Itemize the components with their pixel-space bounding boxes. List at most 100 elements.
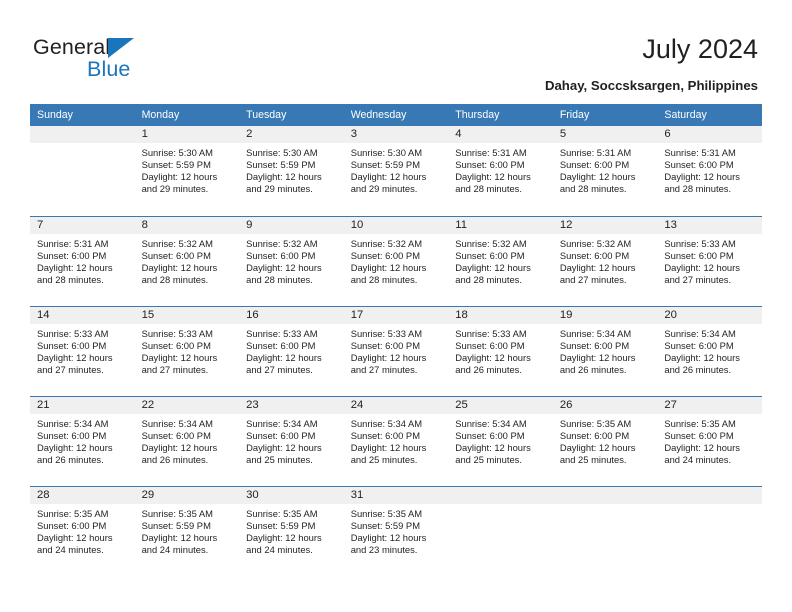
weekday-header-row: Sunday Monday Tuesday Wednesday Thursday… bbox=[30, 104, 762, 126]
daylight-text: Daylight: 12 hours and 27 minutes. bbox=[141, 351, 218, 375]
sunset-text: Sunset: 5:59 PM bbox=[141, 159, 211, 171]
calendar-day-cell[interactable]: 30 Sunrise: 5:35 AM Sunset: 5:59 PM Dayligh… bbox=[239, 485, 344, 576]
calendar-day-cell[interactable]: 31 Sunrise: 5:35 AM Sunset: 5:59 PM Dayligh… bbox=[343, 485, 449, 576]
calendar-day-cell[interactable]: 28 Sunrise: 5:35 AM Sunset: 6:00 PM Dayligh… bbox=[30, 485, 135, 576]
calendar-day-cell[interactable]: 27 Sunrise: 5:35 AM Sunset: 6:00 PM Dayligh… bbox=[657, 395, 762, 486]
calendar-page: General Blue July 2024 Dahay, Soccsksarg… bbox=[0, 0, 792, 612]
sunrise-text: Sunrise: 5:34 AM bbox=[664, 327, 736, 339]
sunrise-text: Sunrise: 5:32 AM bbox=[559, 237, 632, 249]
daylight-text: Daylight: 12 hours and 24 minutes. bbox=[246, 531, 322, 555]
day-details: Sunrise: 5:32 AM Sunset: 6:00 PM Daylight:… bbox=[344, 234, 449, 286]
sunrise-text: Sunrise: 5:32 AM bbox=[350, 237, 423, 249]
day-number: 4 bbox=[448, 126, 553, 143]
day-number: 28 bbox=[30, 486, 135, 504]
sunset-text: Sunset: 6:00 PM bbox=[37, 249, 107, 261]
sunrise-text: Sunrise: 5:32 AM bbox=[455, 237, 527, 249]
calendar-day-cell[interactable]: 15 Sunrise: 5:33 AM Sunset: 6:00 PM Dayligh… bbox=[134, 305, 240, 396]
calendar-day-cell[interactable]: 20 Sunrise: 5:34 AM Sunset: 6:00 PM Dayligh… bbox=[657, 305, 762, 396]
general-blue-logo[interactable]: General Blue bbox=[33, 36, 193, 87]
sunrise-text: Sunrise: 5:33 AM bbox=[141, 327, 213, 339]
sunrise-text: Sunrise: 5:30 AM bbox=[141, 147, 213, 158]
calendar-day-cell[interactable]: 10 Sunrise: 5:32 AM Sunset: 6:00 PM Dayligh… bbox=[343, 215, 449, 306]
location-subtitle: Dahay, Soccsksargen, Philippines bbox=[544, 78, 758, 93]
calendar-day-cell[interactable]: 9 Sunrise: 5:32 AM Sunset: 6:00 PM Daylight… bbox=[239, 215, 344, 306]
calendar-day-cell[interactable]: 2 Sunrise: 5:30 AM Sunset: 5:59 PM Daylight… bbox=[239, 126, 344, 216]
calendar-day-cell[interactable]: 5 Sunrise: 5:31 AM Sunset: 6:00 PM Daylight… bbox=[552, 126, 658, 216]
day-details: Sunrise: 5:33 AM Sunset: 6:00 PM Daylight:… bbox=[344, 324, 449, 376]
calendar-day-cell[interactable]: 6 Sunrise: 5:31 AM Sunset: 6:00 PM Daylight… bbox=[657, 126, 762, 216]
page-header: General Blue July 2024 Dahay, Soccsksarg… bbox=[0, 0, 792, 104]
day-number: 31 bbox=[343, 486, 449, 504]
calendar-day-cell[interactable]: 11 Sunrise: 5:32 AM Sunset: 6:00 PM Dayligh… bbox=[448, 215, 553, 306]
day-number: 27 bbox=[657, 396, 762, 414]
logo-triangle-icon bbox=[108, 38, 134, 58]
day-number: 18 bbox=[448, 306, 553, 324]
day-number: 22 bbox=[134, 396, 240, 414]
weekday-header-sunday: Sunday bbox=[30, 104, 135, 126]
day-details: Sunrise: 5:35 AM Sunset: 5:59 PM Daylight:… bbox=[135, 504, 240, 556]
daylight-text: Daylight: 12 hours and 23 minutes. bbox=[350, 531, 427, 555]
sunrise-text: Sunrise: 5:35 AM bbox=[141, 507, 213, 519]
day-details: Sunrise: 5:34 AM Sunset: 6:00 PM Daylight:… bbox=[239, 414, 344, 466]
daylight-text: Daylight: 12 hours and 27 minutes. bbox=[350, 351, 427, 375]
calendar-day-cell[interactable]: 21 Sunrise: 5:34 AM Sunset: 6:00 PM Dayligh… bbox=[30, 395, 135, 486]
calendar-day-cell[interactable]: 25 Sunrise: 5:34 AM Sunset: 6:00 PM Dayligh… bbox=[448, 395, 553, 486]
calendar-day-cell[interactable]: 13 Sunrise: 5:33 AM Sunset: 6:00 PM Dayligh… bbox=[657, 215, 762, 306]
sunset-text: Sunset: 6:00 PM bbox=[141, 429, 211, 441]
page-title: July 2024 bbox=[642, 34, 758, 64]
calendar-day-cell[interactable]: 14 Sunrise: 5:33 AM Sunset: 6:00 PM Dayligh… bbox=[30, 305, 135, 396]
day-details: Sunrise: 5:30 AM Sunset: 5:59 PM Daylight:… bbox=[239, 143, 344, 195]
calendar-day-cell[interactable]: 4 Sunrise: 5:31 AM Sunset: 6:00 PM Daylight… bbox=[448, 126, 553, 216]
calendar-day-cell[interactable]: 22 Sunrise: 5:34 AM Sunset: 6:00 PM Dayligh… bbox=[134, 395, 240, 486]
sunset-text: Sunset: 6:00 PM bbox=[455, 429, 525, 441]
sunrise-text: Sunrise: 5:34 AM bbox=[141, 417, 213, 429]
sunset-text: Sunset: 6:00 PM bbox=[664, 249, 734, 261]
day-details: Sunrise: 5:33 AM Sunset: 6:00 PM Daylight:… bbox=[448, 324, 553, 376]
calendar-body: 1 Sunrise: 5:30 AM Sunset: 5:59 PM Daylight… bbox=[30, 126, 762, 576]
sunset-text: Sunset: 5:59 PM bbox=[141, 519, 211, 531]
sunrise-text: Sunrise: 5:34 AM bbox=[246, 417, 318, 429]
calendar-day-cell[interactable]: 1 Sunrise: 5:30 AM Sunset: 5:59 PM Daylight… bbox=[134, 126, 240, 216]
calendar-week-row: 1 Sunrise: 5:30 AM Sunset: 5:59 PM Daylight… bbox=[30, 126, 762, 216]
daylight-text: Daylight: 12 hours and 26 minutes. bbox=[141, 441, 218, 465]
daylight-text: Daylight: 12 hours and 26 minutes. bbox=[559, 351, 636, 375]
sunset-text: Sunset: 6:00 PM bbox=[350, 339, 420, 351]
daylight-text: Daylight: 12 hours and 25 minutes. bbox=[350, 441, 427, 465]
sunrise-text: Sunrise: 5:31 AM bbox=[559, 147, 632, 158]
sunset-text: Sunset: 6:00 PM bbox=[455, 159, 525, 171]
calendar-day-cell[interactable]: 26 Sunrise: 5:35 AM Sunset: 6:00 PM Dayligh… bbox=[552, 395, 658, 486]
calendar-day-cell[interactable]: 24 Sunrise: 5:34 AM Sunset: 6:00 PM Dayligh… bbox=[343, 395, 449, 486]
day-number: 25 bbox=[448, 396, 553, 414]
day-details: Sunrise: 5:34 AM Sunset: 6:00 PM Daylight:… bbox=[344, 414, 449, 466]
day-details: Sunrise: 5:32 AM Sunset: 6:00 PM Daylight:… bbox=[239, 234, 344, 286]
calendar-day-cell[interactable]: 7 Sunrise: 5:31 AM Sunset: 6:00 PM Daylight… bbox=[30, 215, 135, 306]
daylight-text: Daylight: 12 hours and 28 minutes. bbox=[350, 261, 427, 285]
daylight-text: Daylight: 12 hours and 27 minutes. bbox=[664, 261, 740, 285]
day-number: 2 bbox=[239, 126, 344, 143]
day-details: Sunrise: 5:35 AM Sunset: 6:00 PM Daylight:… bbox=[553, 414, 658, 466]
day-number: 29 bbox=[134, 486, 240, 504]
day-details: Sunrise: 5:30 AM Sunset: 5:59 PM Daylight:… bbox=[344, 143, 449, 195]
daylight-text: Daylight: 12 hours and 26 minutes. bbox=[455, 351, 531, 375]
day-number: 5 bbox=[552, 126, 658, 143]
calendar-day-cell[interactable]: 17 Sunrise: 5:33 AM Sunset: 6:00 PM Dayligh… bbox=[343, 305, 449, 396]
sunset-text: Sunset: 6:00 PM bbox=[455, 339, 525, 351]
daylight-text: Daylight: 12 hours and 25 minutes. bbox=[559, 441, 636, 465]
day-number: 17 bbox=[343, 306, 449, 324]
calendar-day-cell[interactable]: 16 Sunrise: 5:33 AM Sunset: 6:00 PM Dayligh… bbox=[239, 305, 344, 396]
sunset-text: Sunset: 6:00 PM bbox=[559, 249, 630, 261]
calendar-week-row: 7 Sunrise: 5:31 AM Sunset: 6:00 PM Daylight… bbox=[30, 215, 762, 306]
day-details: Sunrise: 5:31 AM Sunset: 6:00 PM Daylight:… bbox=[553, 143, 658, 195]
sunrise-text: Sunrise: 5:33 AM bbox=[246, 327, 318, 339]
weekday-header-friday: Friday bbox=[552, 104, 658, 126]
day-details: Sunrise: 5:34 AM Sunset: 6:00 PM Daylight:… bbox=[135, 414, 240, 466]
calendar-day-cell[interactable]: 19 Sunrise: 5:34 AM Sunset: 6:00 PM Dayligh… bbox=[552, 305, 658, 396]
calendar-day-cell[interactable]: 8 Sunrise: 5:32 AM Sunset: 6:00 PM Daylight… bbox=[134, 215, 240, 306]
sunrise-text: Sunrise: 5:31 AM bbox=[37, 237, 109, 249]
calendar-day-cell[interactable]: 12 Sunrise: 5:32 AM Sunset: 6:00 PM Dayligh… bbox=[552, 215, 658, 306]
calendar-day-cell[interactable]: 3 Sunrise: 5:30 AM Sunset: 5:59 PM Daylight… bbox=[343, 126, 449, 216]
calendar-day-cell[interactable]: 29 Sunrise: 5:35 AM Sunset: 5:59 PM Dayligh… bbox=[134, 485, 240, 576]
day-number: 14 bbox=[30, 306, 135, 324]
calendar-day-cell[interactable]: 18 Sunrise: 5:33 AM Sunset: 6:00 PM Dayligh… bbox=[448, 305, 553, 396]
calendar-day-cell[interactable]: 23 Sunrise: 5:34 AM Sunset: 6:00 PM Dayligh… bbox=[239, 395, 344, 486]
